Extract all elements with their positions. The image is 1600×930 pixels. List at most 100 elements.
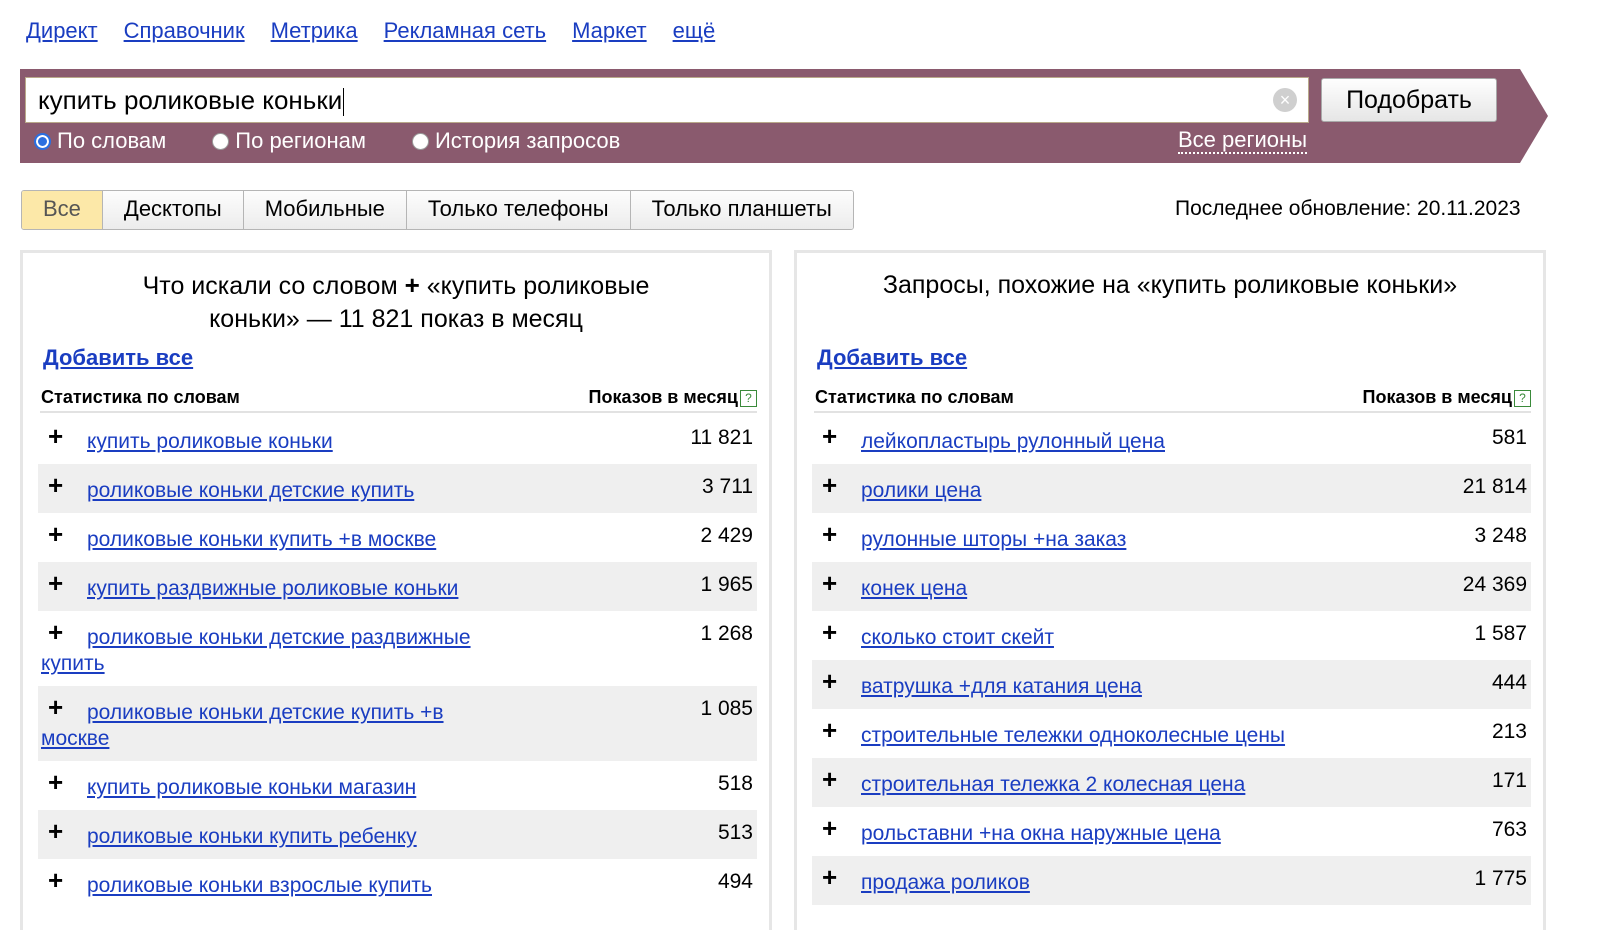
query-link[interactable]: сколько стоит скейт [812, 611, 1531, 651]
impressions-count: 1 587 [1474, 622, 1527, 645]
nav-metrika[interactable]: Метрика [271, 18, 358, 44]
query-link[interactable]: продажа роликов [812, 856, 1531, 896]
add-plus-icon[interactable]: + [48, 816, 63, 846]
impressions-count: 513 [717, 821, 753, 844]
words-table: + купить роликовые коньки 11 821 + роликовые… [38, 415, 757, 908]
add-plus-icon[interactable]: + [48, 617, 63, 647]
add-plus-icon[interactable]: + [48, 767, 63, 797]
table-row: + продажа роликов 1 775 [812, 856, 1531, 905]
add-plus-icon[interactable]: + [822, 519, 837, 549]
add-plus-icon[interactable]: + [822, 666, 837, 696]
query-link[interactable]: роликовые коньки детские купить +в москв… [38, 686, 757, 752]
add-plus-icon[interactable]: + [48, 421, 63, 451]
radio-by-regions[interactable]: По регионам [212, 128, 366, 154]
impressions-count: 444 [1491, 671, 1527, 694]
impressions-count: 24 369 [1462, 573, 1527, 596]
add-plus-icon[interactable]: + [822, 470, 837, 500]
query-link[interactable]: строительные тележки одноколесные цены [812, 709, 1531, 749]
plus-icon: + [404, 270, 420, 300]
add-plus-icon[interactable]: + [822, 421, 837, 451]
impressions-count: 1 775 [1474, 867, 1527, 890]
radio-empty-icon [411, 132, 429, 150]
radio-selected-icon [34, 132, 51, 150]
impressions-count: 171 [1491, 769, 1527, 792]
impressions-count: 21 814 [1462, 475, 1527, 498]
table-row: + купить роликовые коньки 11 821 [38, 415, 757, 464]
search-mode-radios: По словам По регионам История запросов [34, 128, 666, 154]
nav-ad-network[interactable]: Рекламная сеть [384, 18, 546, 44]
query-link[interactable]: роликовые коньки детские раздвижные купи… [38, 611, 757, 677]
add-all-link[interactable]: Добавить все [817, 345, 967, 371]
last-update: Последнее обновление: 20.11.2023 [1175, 197, 1521, 220]
table-row: + сколько стоит скейт 1 587 [812, 611, 1531, 660]
impressions-count: 2 429 [700, 524, 753, 547]
help-icon[interactable]: ? [740, 390, 757, 407]
nav-more[interactable]: ещё [673, 18, 716, 44]
table-row: + роликовые коньки детские купить 3 711 [38, 464, 757, 513]
tab-tablets-only[interactable]: Только планшеты [630, 191, 853, 229]
add-plus-icon[interactable]: + [822, 764, 837, 794]
pick-button[interactable]: Подобрать [1321, 78, 1497, 122]
tab-desktops[interactable]: Десктопы [102, 191, 244, 229]
radio-empty-icon [212, 132, 230, 150]
col-stats-header: Статистика по словам [815, 387, 1014, 407]
query-link[interactable]: роликовые коньки детские купить [38, 464, 757, 504]
nav-market[interactable]: Маркет [572, 18, 647, 44]
table-row: + строительные тележки одноколесные цены 2… [812, 709, 1531, 758]
add-plus-icon[interactable]: + [48, 865, 63, 895]
add-all-link[interactable]: Добавить все [43, 345, 193, 371]
table-row: + роликовые коньки купить +в москве 2 429 [38, 513, 757, 562]
help-icon[interactable]: ? [1514, 390, 1531, 407]
table-row: + лейкопластырь рулонный цена 581 [812, 415, 1531, 464]
add-plus-icon[interactable]: + [822, 862, 837, 892]
device-tabs: Все Десктопы Мобильные Только телефоны Т… [21, 190, 854, 230]
impressions-count: 518 [717, 772, 753, 795]
query-link[interactable]: ватрушка +для катания цена [812, 660, 1531, 700]
query-link[interactable]: купить роликовые коньки магазин [38, 761, 757, 801]
add-plus-icon[interactable]: + [48, 568, 63, 598]
col-impressions-header: Показов в месяц? [589, 387, 757, 408]
query-link[interactable]: ролики цена [812, 464, 1531, 504]
query-link[interactable]: строительная тележка 2 колесная цена [812, 758, 1531, 798]
table-row: + ватрушка +для катания цена 444 [812, 660, 1531, 709]
query-link[interactable]: купить раздвижные роликовые коньки [38, 562, 757, 602]
impressions-count: 581 [1491, 426, 1527, 449]
query-link[interactable]: роликовые коньки взрослые купить [38, 859, 757, 899]
search-input[interactable]: купить роликовые коньки [25, 77, 1309, 123]
impressions-count: 3 248 [1474, 524, 1527, 547]
query-link[interactable]: рулонные шторы +на заказ [812, 513, 1531, 553]
query-link[interactable]: конек цена [812, 562, 1531, 602]
query-link[interactable]: роликовые коньки купить +в москве [38, 513, 757, 553]
panel-similar: Запросы, похожие на «купить роликовые ко… [794, 250, 1546, 930]
add-plus-icon[interactable]: + [822, 813, 837, 843]
panel-words: Что искали со словом + «купить роликовые… [20, 250, 772, 930]
add-plus-icon[interactable]: + [48, 519, 63, 549]
impressions-count: 11 821 [690, 426, 753, 449]
query-link[interactable]: лейкопластырь рулонный цена [812, 415, 1531, 455]
impressions-count: 213 [1491, 720, 1527, 743]
table-row: + роликовые коньки детские купить +в моск… [38, 686, 757, 761]
nav-directory[interactable]: Справочник [124, 18, 245, 44]
query-link[interactable]: купить роликовые коньки [38, 415, 757, 455]
impressions-count: 763 [1491, 818, 1527, 841]
add-plus-icon[interactable]: + [822, 715, 837, 745]
radio-by-words[interactable]: По словам [34, 128, 166, 154]
add-plus-icon[interactable]: + [822, 617, 837, 647]
query-link[interactable]: роликовые коньки купить ребенку [38, 810, 757, 850]
regions-link[interactable]: Все регионы [1178, 128, 1308, 154]
add-plus-icon[interactable]: + [48, 692, 63, 722]
impressions-count: 1 965 [700, 573, 753, 596]
query-link[interactable]: рольставни +на окна наружные цена [812, 807, 1531, 847]
tab-mobile[interactable]: Мобильные [243, 191, 407, 229]
table-header: Статистика по словам Показов в месяц? [814, 385, 1531, 413]
table-row: + рулонные шторы +на заказ 3 248 [812, 513, 1531, 562]
table-row: + конек цена 24 369 [812, 562, 1531, 611]
radio-query-history[interactable]: История запросов [411, 128, 620, 154]
nav-direct[interactable]: Директ [26, 18, 98, 44]
add-plus-icon[interactable]: + [48, 470, 63, 500]
clear-input-icon[interactable]: × [1273, 88, 1297, 112]
similar-table: + лейкопластырь рулонный цена 581 + ролики ц… [812, 415, 1531, 905]
tab-all[interactable]: Все [22, 191, 103, 229]
add-plus-icon[interactable]: + [822, 568, 837, 598]
tab-phones-only[interactable]: Только телефоны [406, 191, 631, 229]
